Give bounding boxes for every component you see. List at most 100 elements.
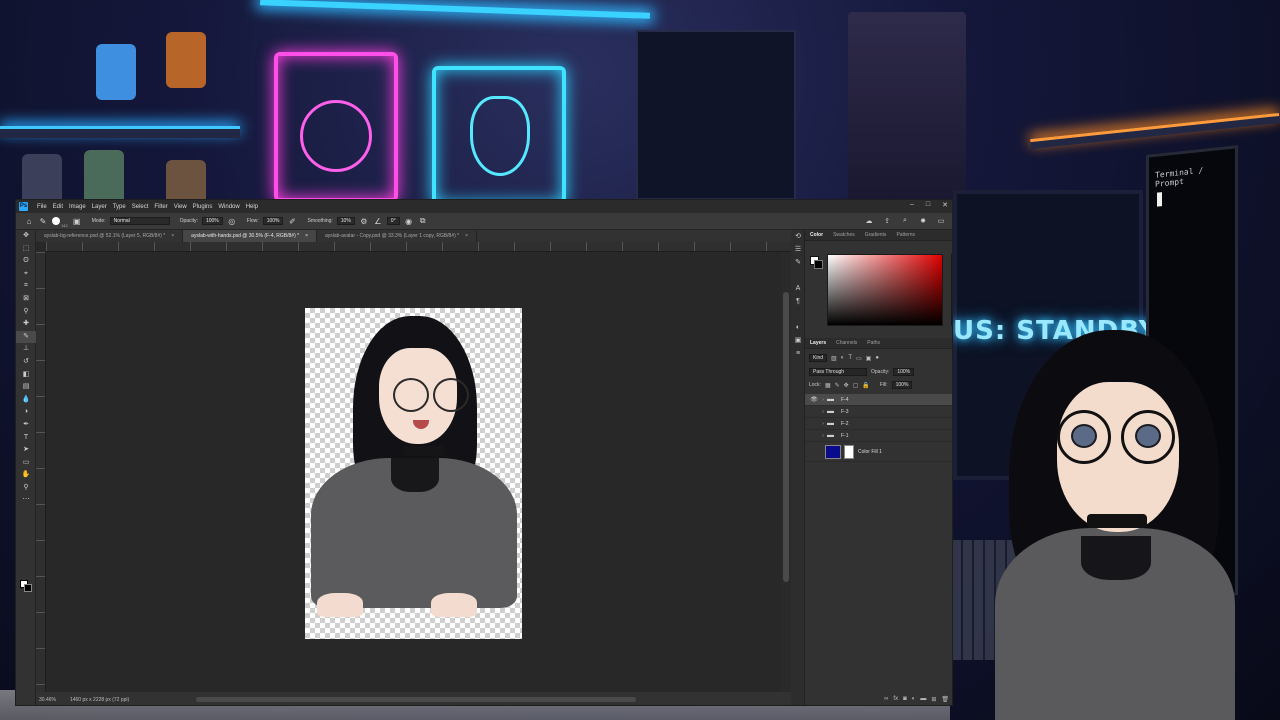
filter-toggle-icon[interactable]: ● xyxy=(875,355,879,361)
layer-row[interactable]: › ▬ F-1 xyxy=(805,430,952,442)
close-tab-icon[interactable]: × xyxy=(465,230,468,242)
smoothing-settings-icon[interactable]: ⚙ xyxy=(359,217,369,226)
lock-all-icon[interactable]: 🔒 xyxy=(862,382,869,389)
blend-mode-select[interactable]: Pass Through xyxy=(809,368,867,376)
layer-style-icon[interactable]: fx xyxy=(893,696,898,703)
layer-opacity-field[interactable]: 100% xyxy=(893,368,915,376)
history-panel-icon[interactable]: ⟲ xyxy=(791,230,805,243)
menu-edit[interactable]: Edit xyxy=(50,204,66,210)
type-tool-icon[interactable]: T xyxy=(16,432,36,445)
new-layer-icon[interactable]: ⊞ xyxy=(931,696,936,703)
dodge-tool-icon[interactable]: ◑ xyxy=(16,406,36,419)
filter-smart-object-icon[interactable]: ▣ xyxy=(866,355,872,362)
horizontal-ruler[interactable] xyxy=(46,242,791,252)
frame-tool-icon[interactable]: ⊠ xyxy=(16,293,36,306)
chevron-right-icon[interactable]: › xyxy=(819,421,827,427)
properties-panel-icon[interactable]: ☰ xyxy=(791,243,805,256)
lasso-tool-icon[interactable]: ʘ xyxy=(16,255,36,268)
filter-adjustment-icon[interactable]: ◐ xyxy=(841,355,845,361)
eyedropper-tool-icon[interactable]: ⚲ xyxy=(16,306,36,319)
document-tab[interactable]: ayslab-bg-reference.psd @ 52.1% (Layer 5… xyxy=(36,230,184,242)
pressure-opacity-icon[interactable]: ◎ xyxy=(227,217,237,226)
chevron-right-icon[interactable]: › xyxy=(819,433,827,439)
lock-artboard-icon[interactable]: ▢ xyxy=(853,382,859,389)
adjustment-layer-icon[interactable]: ◐ xyxy=(912,696,916,703)
search-icon[interactable]: ⌕ xyxy=(900,217,910,225)
chevron-right-icon[interactable]: › xyxy=(819,409,827,415)
rectangle-tool-icon[interactable]: ▭ xyxy=(16,457,36,470)
background-color-swatch[interactable] xyxy=(24,584,32,592)
healing-tool-icon[interactable]: ✚ xyxy=(16,318,36,331)
visibility-eye-icon[interactable]: 👁 xyxy=(809,396,819,403)
document-tab-active[interactable]: ayslab-with-hands.psd @ 30.5% (F-4, RGB/… xyxy=(183,230,317,242)
zoom-level[interactable]: 30.46% xyxy=(39,697,56,703)
new-group-icon[interactable]: ▬ xyxy=(920,696,926,703)
more-tools-icon[interactable]: ⋯ xyxy=(16,494,36,507)
close-tab-icon[interactable]: × xyxy=(171,230,174,242)
move-tool-icon[interactable]: ✥ xyxy=(16,230,36,243)
path-select-tool-icon[interactable]: ➤ xyxy=(16,444,36,457)
filter-shape-icon[interactable]: ▭ xyxy=(856,355,862,362)
workspace-icon[interactable]: ▭ xyxy=(936,217,946,225)
menu-select[interactable]: Select xyxy=(129,204,152,210)
layer-row[interactable]: 👁 › ▬ F-4 xyxy=(805,394,952,406)
layer-mask-thumbnail[interactable] xyxy=(844,444,854,459)
airbrush-icon[interactable]: ✐ xyxy=(287,217,297,226)
menu-type[interactable]: Type xyxy=(110,204,129,210)
menu-help[interactable]: Help xyxy=(243,204,261,210)
history-brush-tool-icon[interactable]: ↺ xyxy=(16,356,36,369)
filter-pixel-icon[interactable]: ▨ xyxy=(831,355,837,362)
gradient-tool-icon[interactable]: ▤ xyxy=(16,381,36,394)
layer-row[interactable]: › ▬ F-2 xyxy=(805,418,952,430)
menu-view[interactable]: View xyxy=(171,204,190,210)
adjustments-panel-icon[interactable]: ◐ xyxy=(791,321,805,334)
opacity-field[interactable]: 100% xyxy=(201,217,223,225)
marquee-tool-icon[interactable]: ⬚ xyxy=(16,243,36,256)
lock-pixels-icon[interactable]: ✎ xyxy=(835,382,840,389)
menu-window[interactable]: Window xyxy=(215,204,242,210)
menu-plugins[interactable]: Plugins xyxy=(190,204,216,210)
canvas-viewport[interactable] xyxy=(46,252,781,692)
lock-transparent-icon[interactable]: ▦ xyxy=(825,382,831,389)
color-picker-field[interactable] xyxy=(827,254,943,326)
menu-filter[interactable]: Filter xyxy=(151,204,170,210)
symmetry-icon[interactable]: ⧉ xyxy=(418,216,428,226)
layer-filter-select[interactable]: Kind xyxy=(809,354,828,362)
object-select-tool-icon[interactable]: ⌖ xyxy=(16,268,36,281)
document-size[interactable]: 1460 px x 2228 px (72 ppi) xyxy=(70,697,129,703)
smoothing-field[interactable]: 10% xyxy=(336,217,355,225)
angle-icon[interactable]: ∠ xyxy=(373,217,383,226)
hue-slider[interactable] xyxy=(951,254,952,326)
tab-gradients[interactable]: Gradients xyxy=(860,230,892,240)
brush-settings-icon[interactable]: ▣ xyxy=(72,217,82,226)
add-mask-icon[interactable]: ◙ xyxy=(903,696,907,703)
mode-select[interactable]: Normal xyxy=(109,217,170,225)
eraser-tool-icon[interactable]: ◧ xyxy=(16,369,36,382)
brush-tool-icon[interactable]: ✎ xyxy=(16,330,36,344)
paragraph-panel-icon[interactable]: ¶ xyxy=(791,295,805,308)
tab-patterns[interactable]: Patterns xyxy=(891,230,920,240)
home-icon[interactable]: ⌂ xyxy=(24,217,34,226)
lightbulb-icon[interactable]: ✹ xyxy=(918,217,928,225)
cloud-icon[interactable]: ☁ xyxy=(864,217,874,225)
pressure-size-icon[interactable]: ◉ xyxy=(404,217,414,226)
chevron-right-icon[interactable]: › xyxy=(819,397,827,403)
brush-preset-picker[interactable] xyxy=(52,217,60,225)
share-icon[interactable]: ⇪ xyxy=(882,217,892,225)
layer-comps-panel-icon[interactable]: ≡ xyxy=(791,347,805,360)
menu-image[interactable]: Image xyxy=(66,204,89,210)
close-tab-icon[interactable]: × xyxy=(305,230,308,242)
layer-row[interactable]: › ▬ F-3 xyxy=(805,406,952,418)
close-button[interactable]: ✕ xyxy=(942,201,948,209)
brush-tool-icon[interactable]: ✎ xyxy=(38,217,48,226)
fill-field[interactable]: 100% xyxy=(891,381,913,389)
tab-swatches[interactable]: Swatches xyxy=(828,230,860,240)
lock-position-icon[interactable]: ✥ xyxy=(844,382,849,389)
libraries-panel-icon[interactable]: ▣ xyxy=(791,334,805,347)
zoom-tool-icon[interactable]: ⚲ xyxy=(16,482,36,495)
blur-tool-icon[interactable]: 💧 xyxy=(16,394,36,407)
hand-tool-icon[interactable]: ✋ xyxy=(16,469,36,482)
clone-stamp-tool-icon[interactable]: ⊥ xyxy=(16,343,36,356)
tab-paths[interactable]: Paths xyxy=(862,338,885,348)
color-panel-background-swatch[interactable] xyxy=(814,260,823,269)
